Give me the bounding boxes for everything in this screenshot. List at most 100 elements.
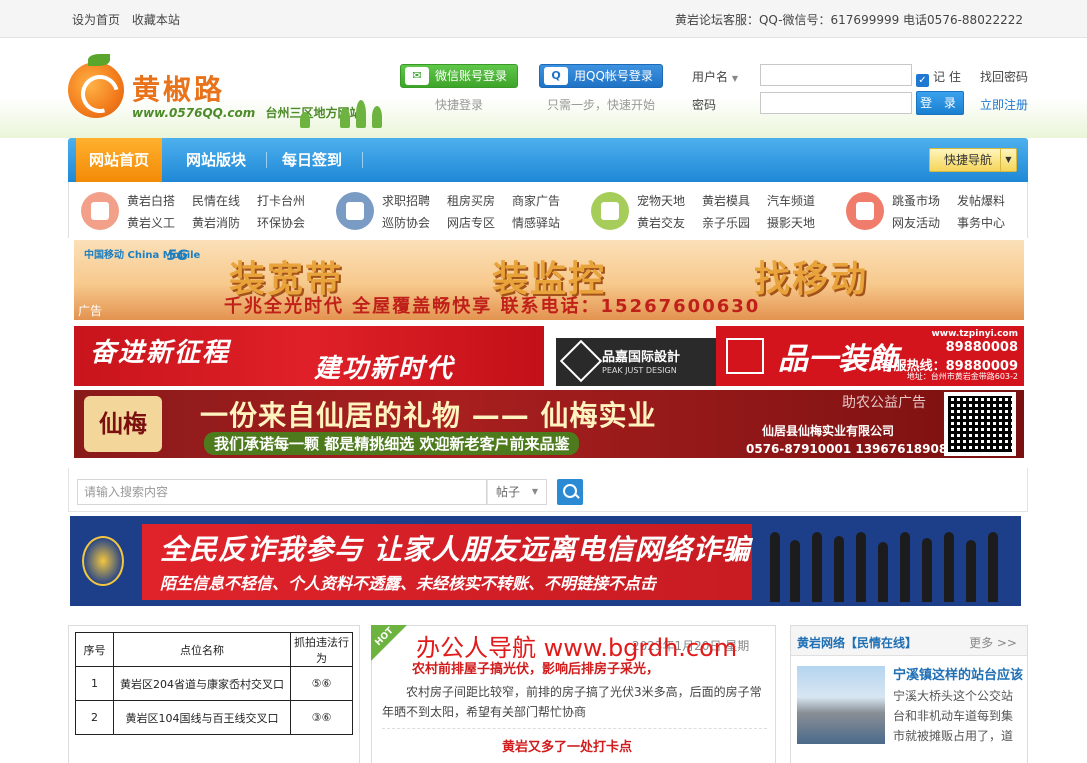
bookmark-link[interactable]: 收藏本站 [132, 13, 180, 27]
cat-link[interactable]: 民情在线 [192, 192, 240, 209]
wechat-login-button[interactable]: ✉ 微信账号登录 [400, 64, 518, 88]
nav-checkin[interactable]: 每日签到 [282, 138, 342, 182]
cat-link[interactable]: 租房买房 [447, 192, 495, 209]
username-input[interactable] [760, 64, 912, 86]
register-link[interactable]: 立即注册 [980, 96, 1028, 113]
search-bar: 请输入搜索内容 帖子 ▼ [68, 468, 1028, 512]
cat-link[interactable]: 发帖爆料 [957, 192, 1005, 209]
table-cell: 1 [75, 666, 114, 701]
site-header: 黄椒路 www.0576QQ.com 台州三区地方网站 ✉ 微信账号登录 快捷登… [0, 38, 1087, 138]
post-title[interactable]: 黄岩又多了一处打卡点 [502, 736, 632, 755]
cat-link[interactable]: 黄岩白搭 [127, 192, 175, 209]
pinjia-block: 品嘉国际設計 PEAK JUST DESIGN [556, 338, 718, 386]
cat-link[interactable]: 跳蚤市场 [892, 192, 940, 209]
news-excerpt: 宁溪大桥头这个公交站台和非机动车道每到集市就被摊贩占用了，道 [893, 689, 1014, 743]
chat-bubble-icon [81, 192, 119, 230]
camera-table: 序号 点位名称 抓拍违法行为 1 黄岩区204省道与康家岙村交叉口 ⑤⑥ 2 黄… [75, 632, 353, 735]
qq-login-button[interactable]: Q 用QQ帐号登录 [539, 64, 663, 88]
search-type-select[interactable]: 帖子 ▼ [487, 479, 547, 505]
search-input[interactable]: 请输入搜索内容 [77, 479, 487, 505]
table-header: 点位名称 [113, 632, 291, 667]
anti-fraud-headline: 全民反诈我参与 让家人朋友远离电信网络诈骗 [160, 533, 751, 566]
post-title[interactable]: 农村前排屋子搞光伏，影响后排房子采光， [412, 658, 659, 677]
logo-name: 黄椒路 [132, 73, 226, 106]
cat-link[interactable]: 打卡台州 [257, 192, 305, 209]
wechat-icon: ✉ [405, 67, 429, 85]
pinjia-name: 品嘉国际設計 [602, 350, 681, 365]
new-era-banner[interactable]: 奋进新征程 建功新时代 [74, 326, 544, 386]
table-header: 抓拍违法行为 [290, 632, 353, 667]
category-panel: 黄岩白搭 民情在线 打卡台州 黄岩义工 黄岩消防 环保协会 求职招聘 租房买房 … [68, 182, 1028, 238]
pinyi-phone: 89880008 [945, 340, 1018, 355]
cat-link[interactable]: 求职招聘 [382, 192, 430, 209]
cat-link[interactable]: 环保协会 [257, 214, 305, 231]
wechat-quick-login[interactable]: 快捷登录 [435, 96, 483, 113]
cat-link[interactable]: 情感驿站 [512, 214, 560, 231]
pinjia-en: PEAK JUST DESIGN [602, 366, 677, 375]
cat-link[interactable]: 网店专区 [447, 214, 495, 231]
cup-icon [846, 192, 884, 230]
logo-url: www.0576QQ.com [132, 106, 256, 120]
xianmei-banner[interactable]: 仙梅 一份来自仙居的礼物 —— 仙梅实业 我们承诺每一颗 都是精挑细选 欢迎新老… [74, 390, 1024, 458]
remember-checkbox[interactable]: ✓ 记 住 [916, 68, 961, 87]
people-silhouettes [760, 522, 1010, 602]
table-header: 序号 [75, 632, 114, 667]
anti-fraud-banner[interactable]: 全民反诈我参与 让家人朋友远离电信网络诈骗 陌生信息不轻信、个人资料不透露、未经… [70, 516, 1021, 606]
banner-slogan: 找移动 [754, 258, 869, 300]
anti-fraud-sub: 陌生信息不轻信、个人资料不透露、未经核实不转账、不明链接不点击 [160, 574, 657, 593]
cat-link[interactable]: 亲子乐园 [702, 214, 750, 231]
cat-link[interactable]: 摄影天地 [767, 214, 815, 231]
nav-home[interactable]: 网站首页 [76, 138, 162, 182]
diamond-logo-icon [559, 339, 603, 383]
search-icon[interactable] [557, 479, 583, 505]
cat-link[interactable]: 事务中心 [957, 214, 1005, 231]
password-label: 密码 [692, 98, 717, 112]
nav-forums[interactable]: 网站版块 [186, 138, 246, 182]
quick-nav-button[interactable]: 快捷导航 ▼ [929, 148, 1017, 172]
xianmei-seal: 仙梅 [84, 396, 162, 452]
hot-post-panel: HOT 2023年1月20日 星期 办公人导航 www.bgrdh.com 农村… [371, 625, 776, 763]
traffic-camera-table-panel: 序号 点位名称 抓拍违法行为 1 黄岩区204省道与康家岙村交叉口 ⑤⑥ 2 黄… [68, 625, 360, 763]
xianmei-headline: 一份来自仙居的礼物 —— 仙梅实业 [200, 399, 657, 432]
cat-link[interactable]: 黄岩消防 [192, 214, 240, 231]
cat-link[interactable]: 黄岩义工 [127, 214, 175, 231]
post-body: 农村房子间距比较窄，前排的房子搞了光伏3米多高，后面的房子常年晒不到太阳，希望有… [382, 685, 762, 719]
cat-link[interactable]: 巡防协会 [382, 214, 430, 231]
cat-link[interactable]: 网友活动 [892, 214, 940, 231]
qq-icon: Q [544, 67, 568, 85]
pinyi-decoration-banner[interactable]: 品嘉国际設計 PEAK JUST DESIGN 品一装飾 www.tzpinyi… [556, 326, 1024, 386]
news-thumbnail[interactable] [797, 666, 885, 744]
cat-link[interactable]: 黄岩模具 [702, 192, 750, 209]
police-badge-icon [82, 536, 124, 586]
table-cell: 2 [75, 700, 114, 735]
banner-text: 建功新时代 [314, 354, 455, 384]
pinyi-web: www.tzpinyi.com [931, 329, 1018, 339]
china-mobile-banner[interactable]: 中国移动 China Mobile 5G 装宽带 装监控 找移动 千兆全光时代 … [74, 240, 1024, 320]
set-home-link[interactable]: 设为首页 [72, 13, 120, 27]
table-row: 2 黄岩区104国线与百王线交叉口 ③⑥ [75, 700, 353, 735]
forgot-password-link[interactable]: 找回密码 [980, 68, 1028, 85]
qq-login-hint: 只需一步，快速开始 [547, 98, 656, 112]
home-icon [336, 192, 374, 230]
cat-link[interactable]: 黄岩交友 [637, 214, 685, 231]
news-header: 黄岩网络【民情在线】 更多 >> [791, 626, 1027, 656]
cat-link[interactable]: 宠物天地 [637, 192, 685, 209]
chevron-down-icon: ▼ [1000, 149, 1016, 171]
news-title[interactable]: 宁溪镇这样的站台应该 [893, 664, 1023, 683]
news-section-title[interactable]: 黄岩网络【民情在线】 [797, 634, 917, 651]
cat-link[interactable]: 汽车频道 [767, 192, 815, 209]
xianmei-company: 仙居县仙梅实业有限公司 [762, 424, 895, 438]
public-ad-label: 助农公益广告 [842, 395, 926, 411]
qr-code-icon [944, 392, 1016, 456]
username-label[interactable]: 用户名 ▼ [692, 68, 738, 85]
table-cell: ③⑥ [290, 700, 353, 735]
table-cell: 黄岩区104国线与百王线交叉口 [113, 700, 291, 735]
login-submit-button[interactable]: 登 录 [916, 91, 964, 115]
more-link[interactable]: 更多 >> [969, 634, 1017, 651]
table-cell: 黄岩区204省道与康家岙村交叉口 [113, 666, 291, 701]
cat-link[interactable]: 商家广告 [512, 192, 560, 209]
table-row: 1 黄岩区204省道与康家岙村交叉口 ⑤⑥ [75, 666, 353, 701]
pinyi-address: 地址：台州市黄岩金带路603-2 [906, 372, 1018, 381]
password-input[interactable] [760, 92, 912, 114]
news-panel: 黄岩网络【民情在线】 更多 >> 宁溪镇这样的站台应该 宁溪大桥头这个公交站台和… [790, 625, 1028, 763]
